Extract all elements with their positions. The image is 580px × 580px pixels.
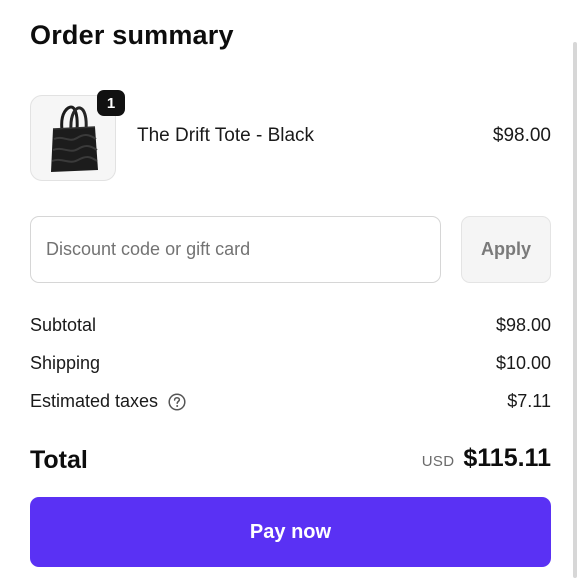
shipping-value: $10.00 (495, 353, 551, 373)
quantity-badge: 1 (97, 90, 125, 116)
line-item: 1 The Drift Tote - Black $98.00 (30, 90, 551, 181)
subtotal-value: $98.00 (495, 315, 551, 335)
shipping-row: Shipping $10.00 (30, 353, 551, 377)
total-amount: $115.11 (463, 444, 551, 472)
order-summary-title: Order summary (30, 20, 234, 50)
subtotal-row: Subtotal $98.00 (30, 315, 551, 339)
shipping-label: Shipping (30, 353, 101, 373)
product-thumbnail: 1 (30, 90, 125, 181)
question-circle-icon[interactable] (168, 392, 186, 411)
total-value-group: USD $115.11 (422, 444, 551, 473)
total-label: Total (30, 446, 88, 474)
scrollbar[interactable] (573, 42, 577, 578)
taxes-row: Estimated taxes $7.11 (30, 391, 551, 415)
product-price: $98.00 (492, 125, 551, 146)
total-row: Total USD $115.11 (30, 444, 551, 480)
apply-discount-button[interactable]: Apply (461, 216, 551, 283)
pay-now-button[interactable]: Pay now (30, 497, 551, 567)
subtotal-label: Subtotal (30, 315, 97, 335)
product-name: The Drift Tote - Black (137, 125, 315, 146)
taxes-label-group: Estimated taxes (30, 391, 186, 412)
taxes-value: $7.11 (507, 391, 551, 411)
tote-bag-image (51, 105, 98, 172)
currency-code: USD (421, 453, 455, 470)
taxes-label: Estimated taxes (30, 391, 159, 411)
discount-code-input[interactable] (30, 216, 441, 283)
